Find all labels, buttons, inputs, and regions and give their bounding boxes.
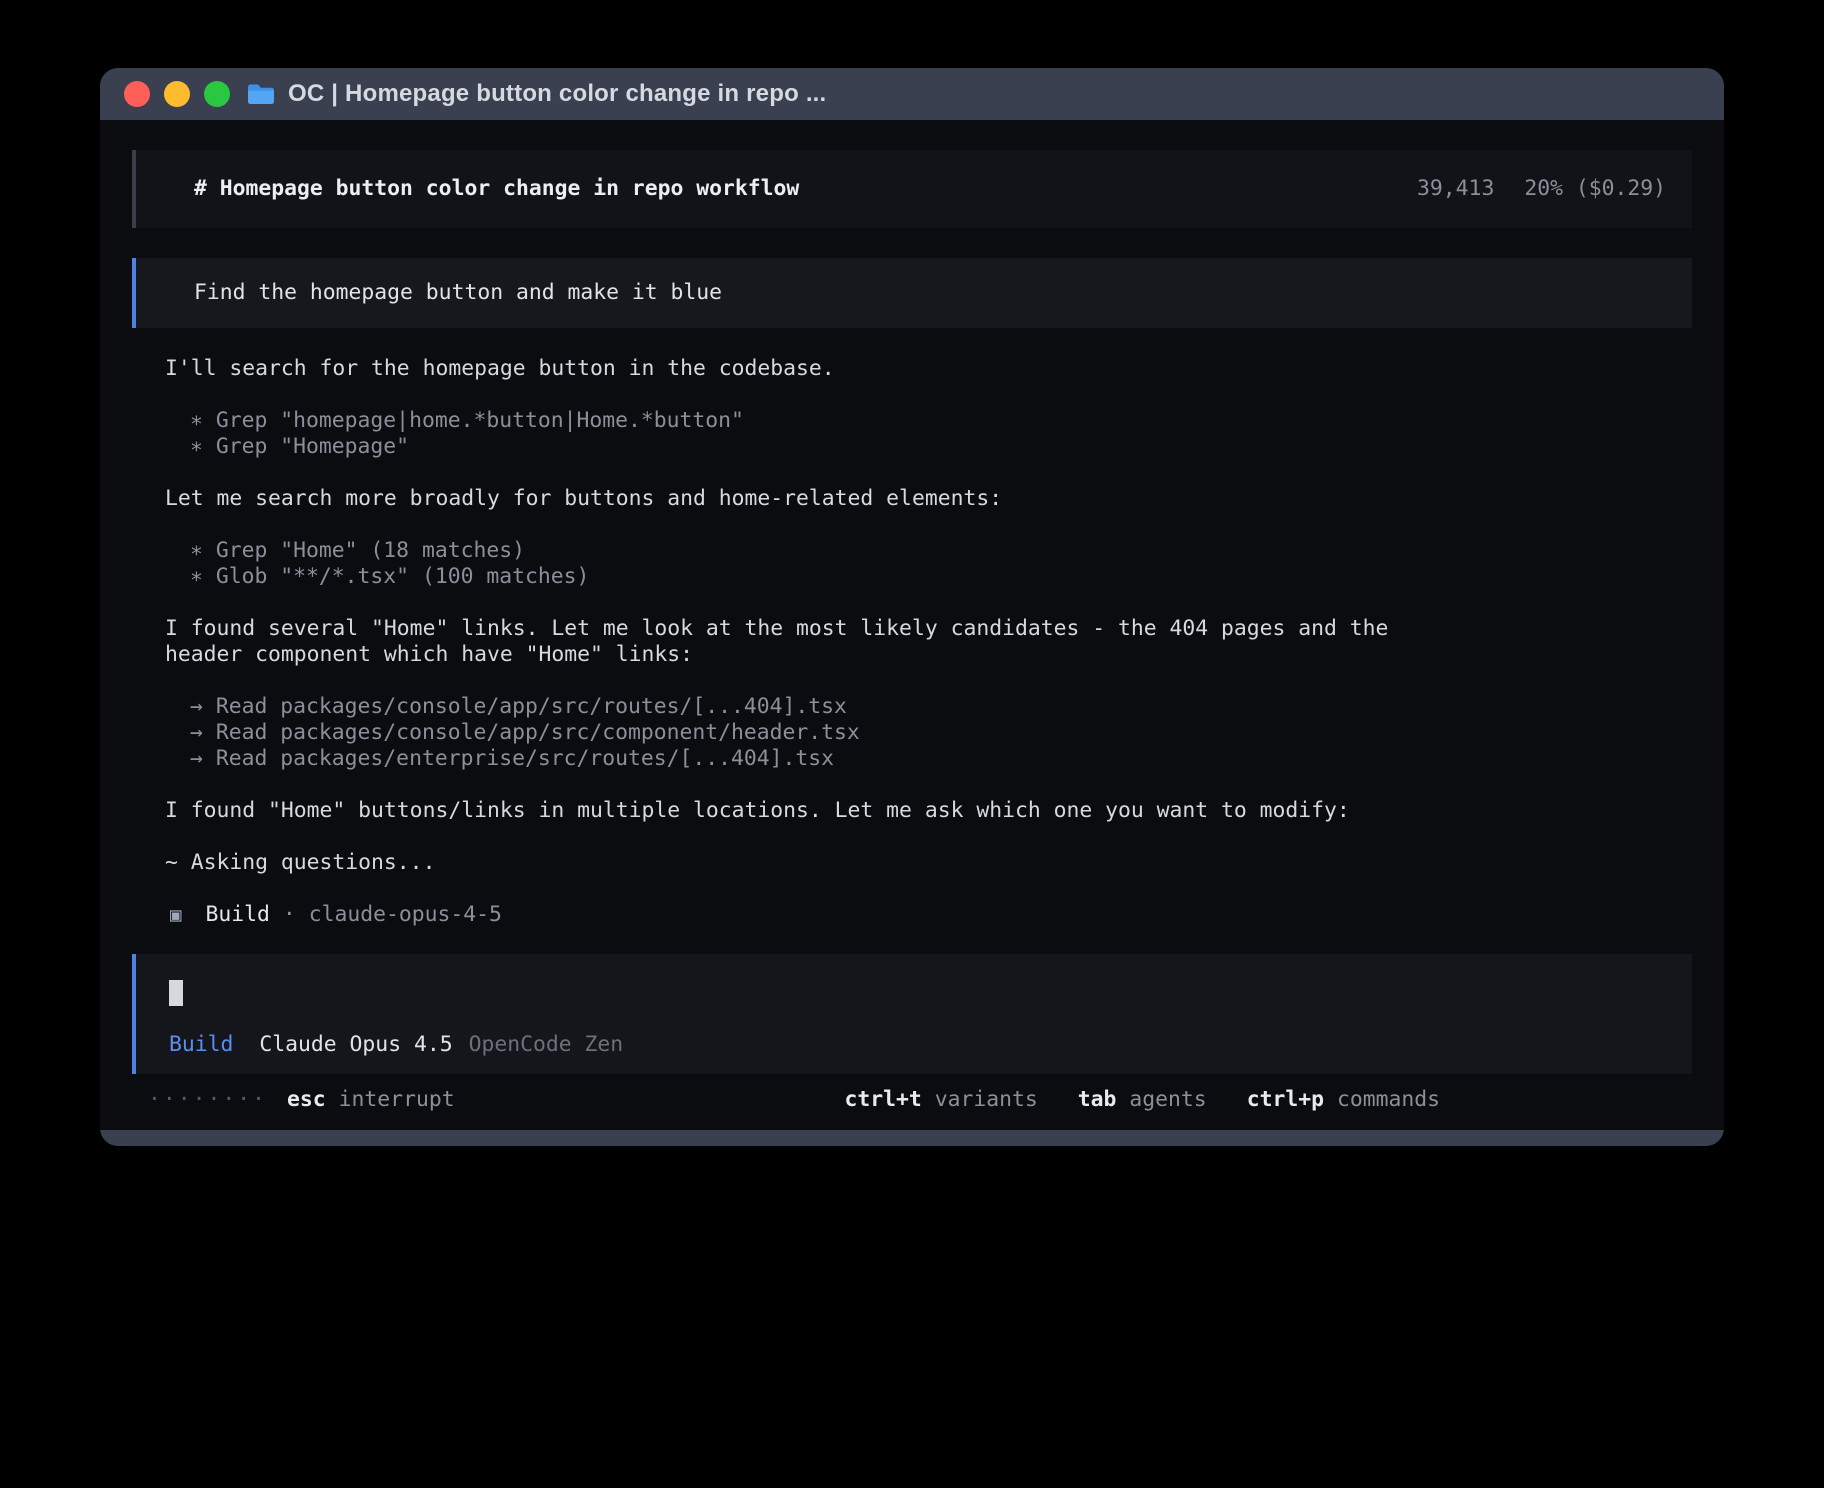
asterisk-icon: ∗ xyxy=(190,564,203,590)
mode-label[interactable]: Build xyxy=(169,1032,233,1058)
tool-call-group: ∗ Grep "Home" (18 matches) ∗ Glob "**/*.… xyxy=(165,538,1666,590)
tool-call-grep: ∗ Grep "Home" (18 matches) xyxy=(165,538,1666,564)
variants-label: variants xyxy=(935,1087,1038,1113)
tool-call-read: → Read packages/console/app/src/routes/[… xyxy=(165,694,1666,720)
user-message: Find the homepage button and make it blu… xyxy=(132,258,1692,328)
ctrl-t-key-label: ctrl+t xyxy=(844,1087,921,1113)
tool-call-text: Grep "homepage|home.*button|Home.*button… xyxy=(216,408,744,434)
model-label: Claude Opus 4.5 xyxy=(259,1032,452,1058)
session-meta: 39,413 20% ($0.29) xyxy=(1417,176,1666,202)
tool-call-text: Read packages/console/app/src/component/… xyxy=(216,720,860,746)
asterisk-icon: ∗ xyxy=(190,538,203,564)
hint-variants: ctrl+t variants xyxy=(844,1087,1037,1113)
agents-label: agents xyxy=(1129,1087,1206,1113)
esc-key-label: esc xyxy=(287,1087,326,1113)
token-count: 39,413 xyxy=(1417,176,1494,202)
window-bottom-edge xyxy=(100,1130,1724,1146)
context-usage: 20% ($0.29) xyxy=(1524,176,1666,202)
session-header: # Homepage button color change in repo w… xyxy=(132,150,1692,228)
terminal-window: OC | Homepage button color change in rep… xyxy=(100,68,1724,1146)
ctrl-p-key-label: ctrl+p xyxy=(1247,1087,1324,1113)
tool-call-glob: ∗ Glob "**/*.tsx" (100 matches) xyxy=(165,564,1666,590)
zoom-button[interactable] xyxy=(204,81,230,107)
traffic-lights xyxy=(124,81,230,107)
status-line: ~ Asking questions... xyxy=(165,850,1666,876)
tool-call-grep: ∗ Grep "Homepage" xyxy=(165,434,1666,460)
agent-indicator: ▣ Build · claude-opus-4-5 xyxy=(165,902,1666,928)
tab-key-label: tab xyxy=(1078,1087,1117,1113)
tool-call-text: Read packages/console/app/src/routes/[..… xyxy=(216,694,847,720)
session-title: # Homepage button color change in repo w… xyxy=(194,176,799,202)
agent-model: claude-opus-4-5 xyxy=(309,902,502,928)
hint-interrupt: esc interrupt xyxy=(287,1087,455,1113)
dot-separator: · xyxy=(283,902,296,928)
hint-commands: ctrl+p commands xyxy=(1247,1087,1440,1113)
agent-name: Build xyxy=(205,902,269,928)
terminal-content: # Homepage button color change in repo w… xyxy=(100,120,1724,1130)
text-cursor xyxy=(169,980,183,1006)
tool-call-text: Grep "Home" (18 matches) xyxy=(216,538,525,564)
spinner-dots: ········ xyxy=(148,1087,267,1113)
tool-call-group: ∗ Grep "homepage|home.*button|Home.*butt… xyxy=(165,408,1666,460)
arrow-icon: → xyxy=(190,694,203,720)
assistant-text: Let me search more broadly for buttons a… xyxy=(165,486,1457,512)
arrow-icon: → xyxy=(190,720,203,746)
input-meta-row: Build Claude Opus 4.5 OpenCode Zen xyxy=(169,1032,1666,1058)
assistant-text: I found several "Home" links. Let me loo… xyxy=(165,616,1457,668)
hint-agents: tab agents xyxy=(1078,1087,1207,1113)
tool-call-text: Grep "Homepage" xyxy=(216,434,409,460)
user-message-text: Find the homepage button and make it blu… xyxy=(194,280,722,306)
transcript: I'll search for the homepage button in t… xyxy=(132,356,1692,928)
minimize-button[interactable] xyxy=(164,81,190,107)
keybind-hints: ctrl+t variants tab agents ctrl+p comman… xyxy=(844,1087,1440,1113)
prompt-input[interactable]: Build Claude Opus 4.5 OpenCode Zen xyxy=(132,954,1692,1074)
status-bar: ········ esc interrupt ctrl+t variants t… xyxy=(132,1082,1692,1118)
tool-call-read: → Read packages/console/app/src/componen… xyxy=(165,720,1666,746)
asterisk-icon: ∗ xyxy=(190,434,203,460)
window-title: OC | Homepage button color change in rep… xyxy=(288,80,826,108)
assistant-text: I found "Home" buttons/links in multiple… xyxy=(165,798,1457,824)
assistant-text: I'll search for the homepage button in t… xyxy=(165,356,1457,382)
tool-call-group: → Read packages/console/app/src/routes/[… xyxy=(165,694,1666,772)
provider-label: OpenCode Zen xyxy=(469,1032,624,1058)
commands-label: commands xyxy=(1337,1087,1440,1113)
tool-call-read: → Read packages/enterprise/src/routes/[.… xyxy=(165,746,1666,772)
tool-call-text: Glob "**/*.tsx" (100 matches) xyxy=(216,564,589,590)
interrupt-label: interrupt xyxy=(339,1087,455,1113)
arrow-icon: → xyxy=(190,746,203,772)
folder-icon xyxy=(246,82,276,106)
window-titlebar[interactable]: OC | Homepage button color change in rep… xyxy=(100,68,1724,120)
tool-call-grep: ∗ Grep "homepage|home.*button|Home.*butt… xyxy=(165,408,1666,434)
asterisk-icon: ∗ xyxy=(190,408,203,434)
tool-call-text: Read packages/enterprise/src/routes/[...… xyxy=(216,746,834,772)
agent-square-icon: ▣ xyxy=(170,902,181,928)
close-button[interactable] xyxy=(124,81,150,107)
